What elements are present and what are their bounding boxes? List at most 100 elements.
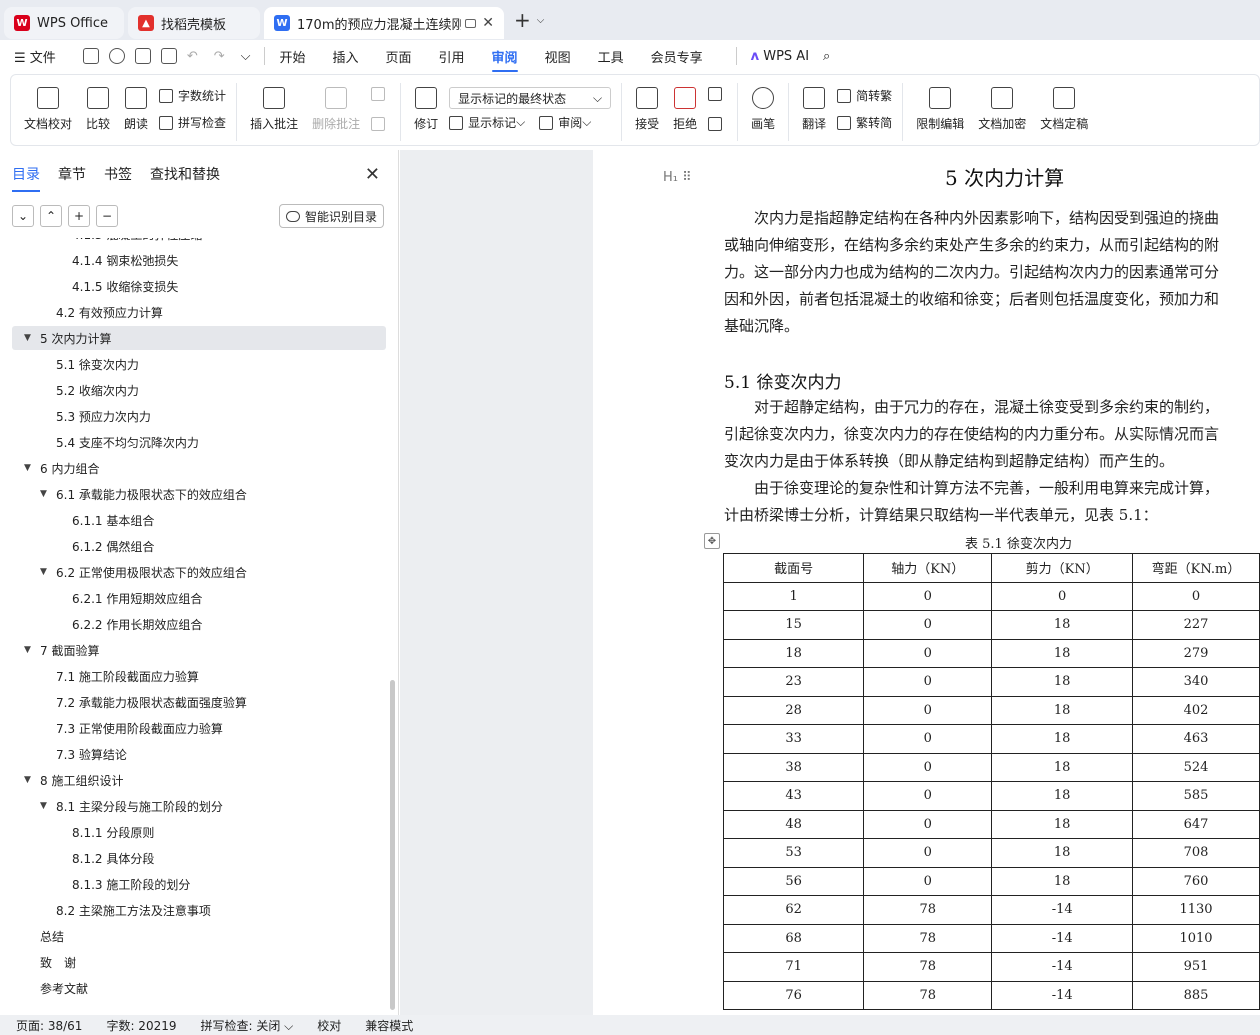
close-tab-icon[interactable]: ✕ (482, 15, 494, 31)
insert-comment-button[interactable]: 插入批注 (243, 83, 305, 132)
word-count-indicator[interactable]: 字数: 20219 (106, 1017, 176, 1034)
table-cell[interactable]: 0 (863, 752, 993, 782)
encrypt-doc-button[interactable]: 文档加密 (971, 83, 1033, 132)
toc-item[interactable]: 6.1.1 基本组合 (56, 508, 154, 532)
toc-item[interactable]: 4.1.3 混凝土的弹性压缩 (56, 238, 202, 246)
prev-change-button[interactable] (708, 87, 727, 101)
word-count-button[interactable]: 字数统计 (159, 87, 226, 104)
undo-icon[interactable]: ↶ (187, 49, 198, 64)
table-cell[interactable]: 33 (722, 724, 865, 754)
toc-item[interactable]: 4.2 有效预应力计算 (40, 300, 163, 324)
track-changes-button[interactable]: 修订 (407, 83, 445, 132)
read-aloud-button[interactable]: 朗读 (117, 83, 155, 132)
monitor-icon[interactable] (465, 18, 477, 28)
table-cell[interactable]: 68 (722, 923, 865, 953)
table-cell[interactable]: 885 (1131, 980, 1260, 1010)
toc-item[interactable]: 6.1.2 偶然组合 (56, 534, 154, 558)
table-cell[interactable]: 18 (991, 781, 1133, 811)
review-pane-button[interactable]: 审阅 ⌵ (539, 114, 591, 131)
table-cell[interactable]: 463 (1131, 724, 1260, 754)
markup-state-select[interactable]: 显示标记的最终状态 ⌵ (449, 87, 612, 109)
delete-comment-button[interactable]: 删除批注 (305, 83, 367, 132)
table-cell[interactable]: 78 (863, 895, 993, 925)
table-cell[interactable]: 23 (722, 667, 865, 697)
table-cell[interactable]: -14 (991, 923, 1133, 953)
toc-item[interactable]: 8.1.1 分段原则 (56, 820, 154, 844)
table-cell[interactable]: 18 (991, 695, 1133, 725)
menu-review[interactable]: 审阅 (491, 47, 518, 72)
prev-comment-button[interactable] (371, 87, 390, 101)
next-comment-button[interactable] (371, 117, 390, 131)
heading-drag-icon[interactable]: H₁ ⠿ (663, 170, 692, 185)
next-change-button[interactable] (708, 117, 727, 131)
table-cell[interactable]: 18 (991, 667, 1133, 697)
toc-item[interactable]: 7.3 正常使用阶段截面应力验算 (40, 716, 223, 740)
collapse-arrow-icon[interactable]: ▼ (40, 489, 52, 499)
table-cell[interactable]: 18 (991, 610, 1133, 640)
table-cell[interactable]: 0 (863, 781, 993, 811)
table-cell[interactable]: 524 (1131, 752, 1260, 782)
doc-check-button[interactable]: 文档校对 (17, 83, 79, 132)
link-icon[interactable] (108, 48, 125, 64)
table-cell[interactable]: -14 (991, 980, 1133, 1010)
table-cell[interactable]: 1010 (1131, 923, 1260, 953)
collapse-up-icon[interactable]: ⌃ (40, 205, 62, 227)
table-cell[interactable]: 76 (722, 980, 865, 1010)
close-pane-icon[interactable]: ✕ (365, 164, 380, 185)
table-move-icon[interactable]: ✥ (704, 533, 720, 549)
table-cell[interactable]: 78 (863, 980, 993, 1010)
toc-item[interactable]: 参考文献 (24, 976, 88, 1000)
table-cell[interactable]: 585 (1131, 781, 1260, 811)
translate-button[interactable]: 翻译 (795, 83, 833, 132)
table-cell[interactable]: 0 (863, 610, 993, 640)
table-cell[interactable]: 18 (991, 752, 1133, 782)
table-cell[interactable]: 62 (722, 895, 865, 925)
menu-member[interactable]: 会员专享 (651, 47, 703, 66)
table-cell[interactable]: 647 (1131, 809, 1260, 839)
table-cell[interactable]: 0 (863, 638, 993, 668)
smart-toc-button[interactable]: 智能识别目录 (278, 204, 384, 228)
toc-item[interactable]: ▼ 6.2 正常使用极限状态下的效应组合 (40, 560, 247, 584)
menu-file[interactable]: ☰ 文件 (14, 47, 56, 66)
table-cell[interactable]: 56 (722, 866, 865, 896)
table-cell[interactable]: 18 (991, 809, 1133, 839)
table-cell[interactable]: 1130 (1131, 895, 1260, 925)
table-cell[interactable]: 227 (1131, 610, 1260, 640)
table-cell[interactable]: 15 (722, 610, 865, 640)
collapse-arrow-icon[interactable]: ▼ (24, 775, 36, 785)
tab-template[interactable]: ▲ 找稻壳模板 (128, 7, 260, 39)
toc-item[interactable]: 总结 (24, 924, 64, 948)
toc-item[interactable]: 4.1.4 钢束松弛损失 (56, 248, 178, 272)
print-icon[interactable] (134, 48, 151, 64)
menu-insert[interactable]: 插入 (333, 47, 359, 66)
menu-tools[interactable]: 工具 (598, 47, 624, 66)
proofread-indicator[interactable]: 校对 (317, 1017, 341, 1034)
table-cell[interactable]: 0 (863, 724, 993, 754)
toc-item[interactable]: ▼ 6.1 承载能力极限状态下的效应组合 (40, 482, 247, 506)
toc-item[interactable]: 6.2.1 作用短期效应组合 (56, 586, 202, 610)
table-cell[interactable]: 951 (1131, 952, 1260, 982)
menu-page[interactable]: 页面 (386, 47, 412, 66)
table-cell[interactable]: 340 (1131, 667, 1260, 697)
toc-item[interactable]: 5.1 徐变次内力 (40, 352, 139, 376)
table-cell[interactable]: 43 (722, 781, 865, 811)
print-preview-icon[interactable] (160, 48, 177, 64)
table-cell[interactable]: 71 (722, 952, 865, 982)
search-icon[interactable]: ⌕ (823, 49, 830, 64)
remove-heading-icon[interactable]: − (96, 205, 118, 227)
toc-item[interactable]: ▼ 5 次内力计算 (12, 326, 386, 350)
new-tab-icon[interactable]: + (514, 8, 531, 32)
to-traditional-button[interactable]: 简转繁 (837, 87, 892, 104)
collapse-arrow-icon[interactable]: ▼ (24, 333, 36, 343)
table-cell[interactable]: 0 (863, 838, 993, 868)
table-cell[interactable]: 0 (863, 695, 993, 725)
table-cell[interactable]: 53 (722, 838, 865, 868)
collapse-arrow-icon[interactable]: ▼ (24, 463, 36, 473)
table-cell[interactable]: 402 (1131, 695, 1260, 725)
table-cell[interactable]: 18 (991, 724, 1133, 754)
chevron-down-icon[interactable]: ⌵ (537, 15, 545, 26)
toc-scrollbar[interactable] (390, 680, 395, 1010)
table-cell[interactable]: 0 (863, 667, 993, 697)
table-cell[interactable]: 708 (1131, 838, 1260, 868)
toc-item[interactable]: ▼ 8 施工组织设计 (24, 768, 123, 792)
